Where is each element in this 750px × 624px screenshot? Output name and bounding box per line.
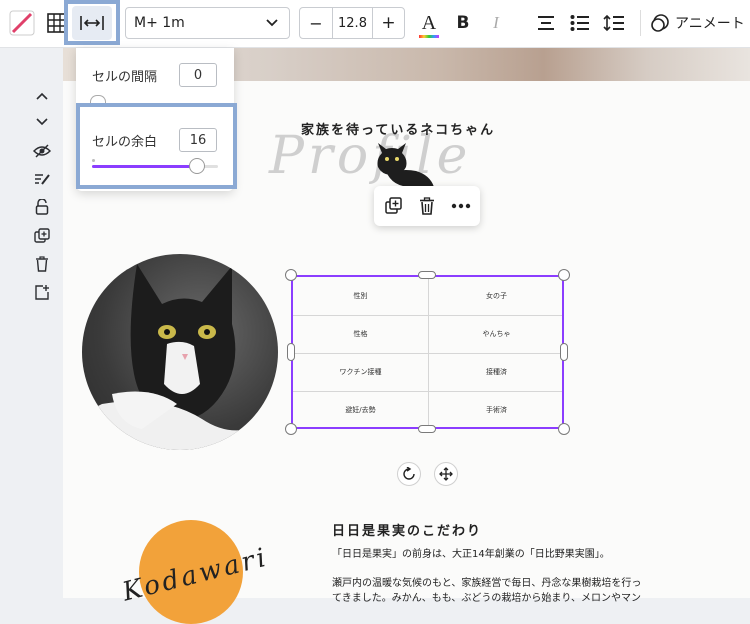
cell-padding-slider[interactable] <box>92 158 218 174</box>
move-button[interactable] <box>434 462 458 486</box>
profile-table[interactable]: 性別 女の子 性格 やんちゃ ワクチン接種 接種済 避妊/去勢 手術済 <box>291 275 564 429</box>
chevron-down-icon <box>266 19 278 27</box>
duplicate-icon[interactable] <box>31 225 53 247</box>
table-cell[interactable]: 性別 <box>293 277 428 315</box>
resize-handle-top-right[interactable] <box>558 269 570 281</box>
animate-button[interactable]: アニメート <box>650 8 750 38</box>
list-icon[interactable] <box>567 10 593 36</box>
left-sidebar <box>0 48 63 598</box>
table-cell[interactable]: 女の子 <box>429 277 564 315</box>
italic-button[interactable]: I <box>484 8 508 38</box>
profile-heading: 家族を待っているネコちゃん <box>301 123 496 138</box>
trash-icon[interactable] <box>31 253 53 275</box>
delete-button[interactable] <box>415 194 439 218</box>
cell-padding-label: セルの余白 <box>92 135 158 150</box>
spacing-icon <box>80 16 104 30</box>
table-cell[interactable]: 避妊/去勢 <box>293 391 428 429</box>
cell-spacing-input[interactable]: 0 <box>179 63 217 87</box>
more-options-button[interactable] <box>448 194 474 218</box>
table-cell[interactable]: 性格 <box>293 315 428 353</box>
chevron-down-icon[interactable] <box>31 111 53 133</box>
element-floating-menu <box>374 186 480 226</box>
text-color-button[interactable]: A <box>416 8 442 38</box>
resize-handle-bottom-right[interactable] <box>558 423 570 435</box>
paragraph-2a: 瀬戸内の温暖な気候のもと、家族経営で毎日、丹念な果樹栽培を行っ <box>332 578 642 589</box>
spacing-panel: セルの間隔 0 セルの余白 16 <box>76 48 234 191</box>
more-icon <box>451 203 471 209</box>
move-icon <box>439 467 453 481</box>
duplicate-icon <box>385 197 402 214</box>
font-size-increase-button[interactable]: + <box>373 8 404 38</box>
cell-padding-slider-thumb[interactable] <box>188 158 205 174</box>
trash-icon <box>420 197 434 215</box>
font-size-input[interactable]: 12.8 <box>333 8 372 38</box>
rotate-button[interactable] <box>397 462 421 486</box>
paragraph-2b: てきました。みかん、もも、ぶどうの栽培から始まり、メロンやマン <box>332 593 641 604</box>
rotate-icon <box>403 467 415 480</box>
font-size-decrease-button[interactable]: − <box>300 8 332 38</box>
toolbar: M+ 1m − 12.8 + A B I アニメート <box>0 0 750 48</box>
resize-handle-left[interactable] <box>287 343 295 361</box>
align-center-icon[interactable] <box>533 10 559 36</box>
resize-handle-bottom-left[interactable] <box>285 423 297 435</box>
font-name: M+ 1m <box>134 15 185 31</box>
cell-spacing-label: セルの間隔 <box>92 70 158 85</box>
paragraph-1: 「日日是果実」の前身は、大正14年創業の「日比野果実園」。 <box>332 549 610 560</box>
resize-handle-top-left[interactable] <box>285 269 297 281</box>
duplicate-button[interactable] <box>382 194 406 218</box>
table-cell[interactable]: ワクチン接種 <box>293 353 428 391</box>
section-title: 日日是果実のこだわり <box>332 524 483 539</box>
eye-hidden-icon[interactable] <box>31 140 53 162</box>
cell-padding-input[interactable]: 16 <box>179 128 217 152</box>
resize-handle-right[interactable] <box>560 343 568 361</box>
cat-photo[interactable] <box>82 254 278 450</box>
cat-silhouette-icon <box>377 143 434 187</box>
font-select[interactable]: M+ 1m <box>125 7 290 39</box>
no-color-swatch-icon[interactable] <box>8 9 36 37</box>
table-cell[interactable]: 接種済 <box>429 353 564 391</box>
line-spacing-icon[interactable] <box>601 10 627 36</box>
table-cell[interactable]: やんちゃ <box>429 315 564 353</box>
table-cell[interactable]: 手術済 <box>429 391 564 429</box>
resize-handle-bottom[interactable] <box>418 425 436 433</box>
table-grid-icon[interactable] <box>44 10 70 36</box>
bold-button[interactable]: B <box>451 8 475 38</box>
chevron-up-icon[interactable] <box>31 85 53 107</box>
font-size-group: − 12.8 + <box>299 7 405 39</box>
animate-icon <box>651 14 669 32</box>
text-color-icon: A <box>421 12 437 34</box>
animate-label: アニメート <box>675 16 745 32</box>
edit-text-icon[interactable] <box>31 168 53 190</box>
resize-handle-top[interactable] <box>418 271 436 279</box>
unlock-icon[interactable] <box>31 196 53 218</box>
add-page-icon[interactable] <box>31 281 53 303</box>
cell-spacing-slider-thumb[interactable] <box>90 95 106 106</box>
spacing-button[interactable] <box>72 6 112 40</box>
